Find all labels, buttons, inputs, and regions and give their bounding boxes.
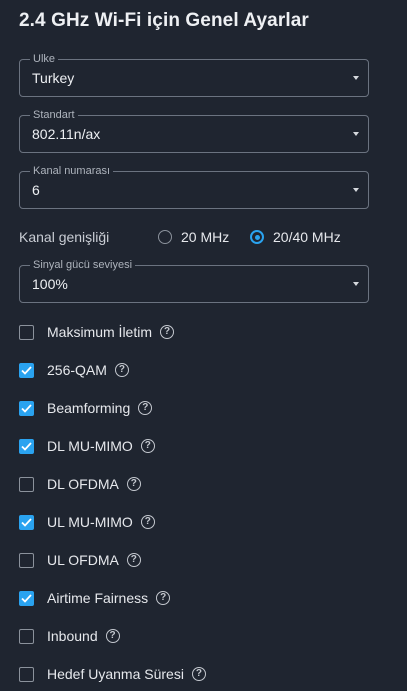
help-circle-icon[interactable]: ? — [160, 325, 175, 339]
checkmark-icon — [21, 441, 32, 451]
standard-value: 802.11n/ax — [32, 126, 101, 142]
country-label: Ulke — [30, 52, 59, 66]
option-row[interactable]: UL OFDMA? — [19, 550, 141, 570]
standard-select[interactable]: Standart 802.11n/ax — [19, 108, 369, 153]
bandwidth-label: Kanal genişliği — [19, 229, 110, 245]
option-checkbox[interactable] — [19, 362, 34, 378]
option-checkbox[interactable] — [19, 552, 34, 568]
option-label: Airtime Fairness — [47, 590, 149, 606]
help-circle-icon[interactable]: ? — [191, 667, 206, 681]
option-checkbox[interactable] — [19, 400, 34, 416]
caret-down-icon — [353, 76, 359, 80]
option-row[interactable]: Maksimum İletim? — [19, 322, 175, 342]
signal-strength-value: 100% — [32, 276, 68, 292]
help-circle-icon[interactable]: ? — [156, 591, 171, 605]
help-circle-icon[interactable]: ? — [105, 629, 120, 643]
option-checkbox[interactable] — [19, 514, 34, 530]
radio-20-40mhz-circle[interactable] — [250, 230, 264, 244]
option-label: DL OFDMA — [47, 476, 119, 492]
standard-label: Standart — [30, 108, 78, 122]
channel-label: Kanal numarası — [30, 164, 114, 178]
radio-20mhz[interactable]: 20 MHz — [158, 227, 229, 247]
option-label: DL MU-MIMO — [47, 438, 133, 454]
country-value: Turkey — [32, 70, 75, 86]
help-circle-icon[interactable]: ? — [140, 515, 155, 529]
option-row[interactable]: UL MU-MIMO? — [19, 512, 155, 532]
caret-down-icon — [353, 188, 359, 192]
checkmark-icon — [21, 517, 32, 527]
option-checkbox[interactable] — [19, 476, 34, 492]
channel-select[interactable]: Kanal numarası 6 — [19, 164, 369, 209]
option-row[interactable]: Inbound? — [19, 626, 120, 646]
option-label: Hedef Uyanma Süresi — [47, 666, 184, 682]
option-label: UL OFDMA — [47, 552, 119, 568]
radio-20-40mhz-label: 20/40 MHz — [273, 229, 341, 245]
help-circle-icon[interactable]: ? — [114, 363, 129, 377]
bandwidth-row: Kanal genişliği 20 MHz 20/40 MHz — [19, 227, 369, 247]
radio-20mhz-circle[interactable] — [158, 230, 172, 244]
option-checkbox[interactable] — [19, 666, 34, 682]
help-circle-icon[interactable]: ? — [138, 401, 153, 415]
option-row[interactable]: Airtime Fairness? — [19, 588, 171, 608]
signal-strength-select[interactable]: Sinyal gücü seviyesi 100% — [19, 258, 369, 303]
checkmark-icon — [21, 593, 32, 603]
option-checkbox[interactable] — [19, 590, 34, 606]
radio-20-40mhz[interactable]: 20/40 MHz — [250, 227, 341, 247]
checkmark-icon — [21, 403, 32, 413]
option-row[interactable]: DL MU-MIMO? — [19, 436, 155, 456]
option-label: Beamforming — [47, 400, 131, 416]
option-checkbox[interactable] — [19, 324, 34, 340]
channel-value: 6 — [32, 182, 40, 198]
country-select[interactable]: Ulke Turkey — [19, 52, 369, 97]
option-label: UL MU-MIMO — [47, 514, 133, 530]
radio-20mhz-label: 20 MHz — [181, 229, 230, 245]
caret-down-icon — [353, 282, 359, 286]
option-label: Inbound — [47, 628, 98, 644]
option-checkbox[interactable] — [19, 628, 34, 644]
help-circle-icon[interactable]: ? — [126, 477, 141, 491]
page-title: 2.4 GHz Wi-Fi için Genel Ayarlar — [19, 10, 309, 31]
option-label: Maksimum İletim — [47, 324, 153, 340]
option-row[interactable]: Hedef Uyanma Süresi? — [19, 664, 206, 684]
help-circle-icon[interactable]: ? — [126, 553, 141, 567]
help-circle-icon[interactable]: ? — [140, 439, 155, 453]
option-checkbox[interactable] — [19, 438, 34, 454]
checkmark-icon — [21, 365, 32, 375]
option-row[interactable]: DL OFDMA? — [19, 474, 141, 494]
option-row[interactable]: 256-QAM? — [19, 360, 129, 380]
option-label: 256-QAM — [47, 362, 107, 378]
option-row[interactable]: Beamforming? — [19, 398, 153, 418]
signal-strength-label: Sinyal gücü seviyesi — [30, 258, 136, 272]
caret-down-icon — [353, 132, 359, 136]
